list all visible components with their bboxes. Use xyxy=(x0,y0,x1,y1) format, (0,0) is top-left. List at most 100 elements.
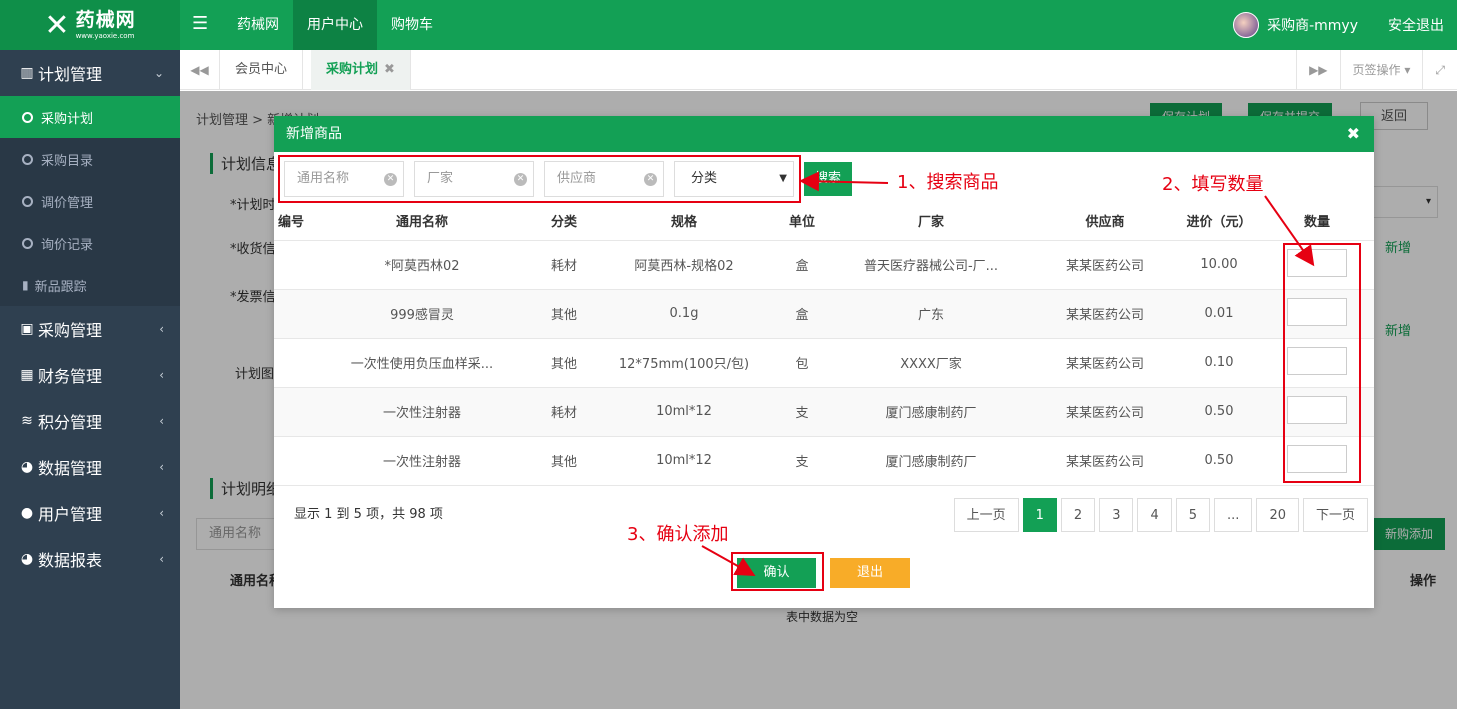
sidebar-item-catalog[interactable]: 采购目录 xyxy=(0,138,180,180)
exit-button[interactable]: 退出 xyxy=(830,558,910,588)
tabs-right-controls: ▶▶ 页签操作 ▾ ⤢ xyxy=(1296,50,1457,90)
table-row: 999感冒灵 其他 0.1g 盒 广东 某某医药公司 0.01 xyxy=(274,289,1374,339)
chevron-down-icon: ⌄ xyxy=(153,66,164,80)
sidebar-group-reports[interactable]: ◕ 数据报表 ‹ xyxy=(0,536,180,582)
cell-unit: 支 xyxy=(774,387,830,437)
sidebar-group-users[interactable]: ● 用户管理 ‹ xyxy=(0,490,180,536)
col-header-supplier: 供应商 xyxy=(1032,202,1178,241)
pagination-page[interactable]: 1 xyxy=(1022,498,1057,532)
tab-label: 采购计划 xyxy=(326,62,379,77)
cell-supplier: 某某医药公司 xyxy=(1032,289,1178,339)
logo[interactable]: ✕ 药械网 www.yaoxie.com xyxy=(0,0,180,50)
table-row: 一次性注射器 其他 10ml*12 支 厦门感康制药厂 某某医药公司 0.50 xyxy=(274,436,1374,486)
sidebar-item-price-adjust[interactable]: 调价管理 xyxy=(0,180,180,222)
pie-chart-icon: ◕ xyxy=(20,551,34,567)
user-name[interactable]: 采购商-mmyy xyxy=(1267,15,1358,35)
top-nav-item-user-center[interactable]: 用户中心 xyxy=(293,0,377,50)
sidebar: ▥ 计划管理 ⌄ 采购计划 采购目录 调价管理 询价记录 ▮ 新品跟踪 ▣ 采购… xyxy=(0,50,180,709)
cell-name: 一次性使用负压血样采... xyxy=(310,338,534,388)
annotation-box-confirm xyxy=(731,552,824,591)
pagination-next[interactable]: 下一页 xyxy=(1302,498,1368,532)
top-nav-item-cart[interactable]: 购物车 xyxy=(377,0,447,50)
pagination-page[interactable]: 20 xyxy=(1256,498,1299,532)
top-nav: 药械网 用户中心 购物车 xyxy=(223,0,447,50)
sidebar-item-new-products[interactable]: ▮ 新品跟踪 xyxy=(0,264,180,306)
close-icon[interactable]: ✖ xyxy=(1347,116,1360,152)
top-nav-item-home[interactable]: 药械网 xyxy=(223,0,293,50)
cell-maker: 厦门感康制药厂 xyxy=(830,387,1032,437)
tab-member-center[interactable]: 会员中心 xyxy=(220,50,304,90)
close-icon[interactable]: ✖ xyxy=(384,62,395,77)
annotation-box-search xyxy=(278,155,801,203)
pagination-info: 显示 1 到 5 项，共 98 项 xyxy=(294,507,443,522)
cell-price: 0.10 xyxy=(1178,338,1260,388)
circle-icon xyxy=(22,195,33,207)
lock-icon: ▮ xyxy=(22,278,29,292)
cell-name: 999感冒灵 xyxy=(310,289,534,339)
avatar[interactable] xyxy=(1233,12,1260,38)
modal-header: 新增商品 ✖ xyxy=(274,116,1374,152)
sidebar-group-label: 计划管理 xyxy=(38,65,103,84)
table-row: *阿莫西林02 耗材 阿莫西林-规格02 盒 普天医疗器械公司-厂... 某某医… xyxy=(274,240,1374,290)
tab-operations-dropdown[interactable]: 页签操作 ▾ xyxy=(1339,50,1423,90)
cell-unit: 支 xyxy=(774,436,830,486)
sidebar-group-label: 财务管理 xyxy=(38,367,103,386)
sidebar-item-label: 调价管理 xyxy=(41,195,94,211)
annotation-step2: 2、填写数量 xyxy=(1162,174,1264,195)
search-button[interactable]: 搜索 xyxy=(804,162,852,196)
logout-link[interactable]: 安全退出 xyxy=(1388,15,1444,35)
cell-supplier: 某某医药公司 xyxy=(1032,338,1178,388)
menu-toggle-icon[interactable]: ☰ xyxy=(192,13,208,34)
cell-maker: 广东 xyxy=(830,289,1032,339)
sidebar-item-inquiry[interactable]: 询价记录 xyxy=(0,222,180,264)
cell-spec: 阿莫西林-规格02 xyxy=(594,240,774,290)
sidebar-group-label: 积分管理 xyxy=(38,413,103,432)
circle-icon xyxy=(22,111,33,123)
sidebar-group-data[interactable]: ◕ 数据管理 ‹ xyxy=(0,444,180,490)
tabs-scroll-right-icon[interactable]: ▶▶ xyxy=(1296,50,1339,90)
cell-spec: 12*75mm(100只/包) xyxy=(594,338,774,388)
sidebar-item-purchase-plan[interactable]: 采购计划 xyxy=(0,96,180,138)
pagination-page[interactable]: 3 xyxy=(1099,498,1134,532)
cell-id xyxy=(274,240,310,290)
circle-icon xyxy=(22,237,33,249)
sidebar-group-finance[interactable]: ▦ 财务管理 ‹ xyxy=(0,352,180,398)
cell-category: 其他 xyxy=(534,338,594,388)
chevron-left-icon: ‹ xyxy=(159,552,164,566)
chevron-left-icon: ‹ xyxy=(159,506,164,520)
user-icon: ● xyxy=(20,505,34,521)
logo-x-icon: ✕ xyxy=(44,7,70,43)
cell-price: 0.50 xyxy=(1178,436,1260,486)
sidebar-group-plan[interactable]: ▥ 计划管理 ⌄ xyxy=(0,50,180,96)
chevron-left-icon: ‹ xyxy=(159,368,164,382)
chevron-left-icon: ‹ xyxy=(159,322,164,336)
table-header-row: 编号 通用名称 分类 规格 单位 厂家 供应商 进价（元） 数量 xyxy=(274,202,1374,241)
pagination-page[interactable]: 5 xyxy=(1175,498,1211,532)
cell-supplier: 某某医药公司 xyxy=(1032,240,1178,290)
circle-icon xyxy=(22,153,33,165)
sidebar-group-points[interactable]: ≋ 积分管理 ‹ xyxy=(0,398,180,444)
cell-supplier: 某某医药公司 xyxy=(1032,436,1178,486)
annotation-step3: 3、确认添加 xyxy=(627,524,729,545)
cell-maker: 厦门感康制药厂 xyxy=(830,436,1032,486)
sidebar-group-purchase[interactable]: ▣ 采购管理 ‹ xyxy=(0,306,180,352)
pagination-prev[interactable]: 上一页 xyxy=(953,498,1019,532)
cell-price: 10.00 xyxy=(1178,240,1260,290)
cell-spec: 10ml*12 xyxy=(594,387,774,437)
sidebar-submenu: 采购计划 采购目录 调价管理 询价记录 ▮ 新品跟踪 xyxy=(0,96,180,306)
sidebar-group-label: 数据报表 xyxy=(38,551,103,570)
cell-id xyxy=(274,387,310,437)
col-header-qty: 数量 xyxy=(1260,202,1374,241)
tab-purchase-plan[interactable]: 采购计划 ✖ xyxy=(311,50,411,90)
tabs-scroll-left-icon[interactable]: ◀◀ xyxy=(180,50,220,90)
cell-unit: 盒 xyxy=(774,289,830,339)
sidebar-item-label: 采购目录 xyxy=(41,153,94,169)
pagination-page[interactable]: 4 xyxy=(1137,498,1172,532)
col-header-unit: 单位 xyxy=(774,202,830,241)
cell-price: 0.01 xyxy=(1178,289,1260,339)
fullscreen-icon[interactable]: ⤢ xyxy=(1422,50,1457,90)
cell-name: 一次性注射器 xyxy=(310,436,534,486)
modal-title: 新增商品 xyxy=(286,126,342,142)
pagination-page[interactable]: 2 xyxy=(1060,498,1096,532)
cell-category: 其他 xyxy=(534,436,594,486)
